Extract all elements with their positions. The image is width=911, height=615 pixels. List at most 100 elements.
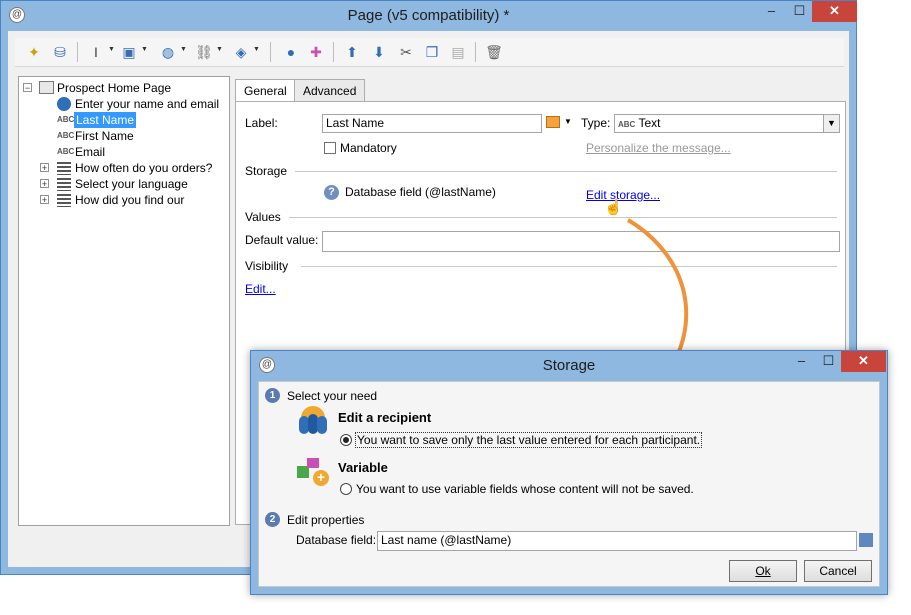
visibility-edit-link[interactable]: Edit... bbox=[245, 282, 276, 296]
close-button[interactable]: ✕ bbox=[841, 351, 886, 372]
step1-title: Select your need bbox=[287, 389, 378, 403]
page-icon bbox=[39, 81, 54, 94]
calendar-icon[interactable] bbox=[546, 116, 560, 128]
visibility-section-title: Visibility bbox=[245, 259, 289, 273]
add-icon: + bbox=[313, 470, 329, 486]
db-field-input[interactable]: Last name (@lastName) bbox=[377, 531, 857, 551]
step2-title: Edit properties bbox=[287, 513, 365, 527]
tree-root-label: Prospect Home Page bbox=[57, 81, 172, 95]
recipient-title: Edit a recipient bbox=[338, 410, 432, 425]
link-icon[interactable]: ⛓ bbox=[195, 43, 213, 61]
abc-icon: ABC bbox=[618, 120, 636, 129]
collapse-icon[interactable]: − bbox=[23, 83, 32, 93]
variable-square bbox=[307, 458, 319, 468]
default-value-caption: Default value: bbox=[245, 233, 319, 247]
chevron-down-icon[interactable]: ▼ bbox=[180, 46, 187, 53]
storage-section: Storage bbox=[245, 164, 837, 178]
toolbar: ✦ ⛁ I ▼ ▣ ▼ ◍ ▼ ⛓ ▼ ◈ ▼ ● ✚ ⬆ ⬇ ✂ ❐ ▤ 🗑 bbox=[15, 38, 844, 67]
tab-general[interactable]: General bbox=[235, 79, 296, 103]
paste-icon[interactable]: ▤ bbox=[449, 43, 467, 61]
db-field-picker-icon[interactable] bbox=[859, 533, 873, 547]
tab-advanced[interactable]: Advanced bbox=[294, 79, 366, 102]
label-caption: Label: bbox=[245, 116, 278, 130]
type-caption: Type: bbox=[581, 116, 611, 130]
stack-icon[interactable]: ◈ bbox=[232, 43, 250, 61]
help-icon: ? bbox=[324, 185, 339, 200]
mandatory-label: Mandatory bbox=[340, 141, 397, 155]
storage-section-title: Storage bbox=[245, 164, 288, 178]
step-number: 2 bbox=[265, 512, 280, 527]
database-icon[interactable]: ⛁ bbox=[51, 43, 69, 61]
toolbar-separator bbox=[475, 42, 476, 62]
values-section: Values bbox=[245, 210, 837, 224]
dialog-title-bar: @ Storage – ☐ ✕ bbox=[251, 351, 887, 381]
step-number: 1 bbox=[265, 388, 280, 403]
mandatory-checkbox[interactable] bbox=[324, 142, 336, 154]
tree-item-label: Enter your name and email bbox=[75, 97, 220, 111]
variable-icon: + bbox=[297, 456, 329, 486]
chevron-down-icon[interactable]: ▼ bbox=[564, 117, 572, 126]
cancel-button[interactable]: Cancel bbox=[804, 560, 872, 582]
close-button[interactable]: ✕ bbox=[812, 1, 857, 22]
default-value-input[interactable] bbox=[322, 231, 840, 252]
toolbar-separator bbox=[333, 42, 334, 62]
toolbar-separator bbox=[270, 42, 271, 62]
abc-icon: ABC bbox=[57, 147, 75, 156]
globe-icon[interactable]: ◍ bbox=[159, 43, 177, 61]
tree-item-label-selected: Last Name bbox=[74, 112, 137, 128]
add-user-icon[interactable]: ✚ bbox=[307, 43, 325, 61]
list-icon bbox=[57, 178, 71, 191]
toolbar-separator bbox=[77, 42, 78, 62]
variable-title: Variable bbox=[338, 460, 388, 475]
chevron-down-icon[interactable]: ▼ bbox=[253, 46, 260, 53]
tree-item-label: First Name bbox=[75, 129, 134, 143]
text-cursor-icon[interactable]: I bbox=[87, 43, 105, 61]
database-field-text: Database field (@lastName) bbox=[345, 185, 496, 199]
label-input[interactable]: Last Name bbox=[322, 114, 542, 133]
variable-option-label[interactable]: You want to use variable fields whose co… bbox=[356, 482, 694, 496]
tree-item-label: How often do you orders? bbox=[75, 161, 213, 175]
chevron-down-icon[interactable]: ▼ bbox=[823, 115, 839, 132]
wand-icon[interactable]: ✦ bbox=[25, 43, 43, 61]
delete-icon[interactable]: 🗑 bbox=[485, 43, 503, 61]
type-select[interactable]: ABC Text ▼ bbox=[614, 114, 840, 133]
section-divider bbox=[295, 171, 837, 172]
list-icon bbox=[57, 194, 71, 207]
copy-icon[interactable]: ❐ bbox=[423, 43, 441, 61]
visibility-section: Visibility bbox=[245, 259, 837, 273]
section-divider bbox=[301, 266, 837, 267]
user-icon[interactable]: ● bbox=[282, 43, 300, 61]
recipient-radio[interactable] bbox=[340, 434, 352, 446]
chevron-down-icon[interactable]: ▼ bbox=[108, 46, 115, 53]
select-icon[interactable]: ▣ bbox=[120, 43, 138, 61]
chevron-down-icon[interactable]: ▼ bbox=[141, 46, 148, 53]
abc-icon: ABC bbox=[57, 131, 75, 140]
maximize-button[interactable]: ☐ bbox=[786, 1, 813, 22]
window-title: Page (v5 compatibility) * bbox=[347, 7, 510, 24]
section-divider bbox=[289, 217, 837, 218]
list-icon bbox=[57, 162, 71, 175]
tree-item-label: How did you find our bbox=[75, 193, 185, 207]
person-shape bbox=[317, 416, 327, 434]
arrow-up-icon[interactable]: ⬆ bbox=[343, 43, 361, 61]
tree-item-label: Select your language bbox=[75, 177, 188, 191]
minimize-button[interactable]: – bbox=[788, 351, 815, 372]
arrow-down-icon[interactable]: ⬇ bbox=[370, 43, 388, 61]
expand-icon[interactable]: + bbox=[40, 163, 49, 173]
cut-icon[interactable]: ✂ bbox=[397, 43, 415, 61]
expand-icon[interactable]: + bbox=[40, 195, 49, 205]
globe-icon bbox=[57, 97, 71, 111]
maximize-button[interactable]: ☐ bbox=[815, 351, 842, 372]
db-field-caption: Database field: bbox=[296, 533, 377, 547]
tree-item-label: Email bbox=[75, 145, 106, 159]
chevron-down-icon[interactable]: ▼ bbox=[216, 46, 223, 53]
expand-icon[interactable]: + bbox=[40, 179, 49, 189]
abc-icon: ABC bbox=[57, 115, 75, 124]
title-bar: @ Page (v5 compatibility) * – ☐ ✕ bbox=[1, 1, 857, 31]
ok-button[interactable]: Ok bbox=[729, 560, 797, 582]
variable-radio[interactable] bbox=[340, 483, 352, 495]
recipient-option-label[interactable]: You want to save only the last value ent… bbox=[355, 432, 703, 448]
storage-dialog: @ Storage – ☐ ✕ 1 Select your need Edit … bbox=[250, 350, 888, 595]
personalize-link[interactable]: Personalize the message... bbox=[586, 141, 731, 155]
minimize-button[interactable]: – bbox=[758, 1, 785, 22]
